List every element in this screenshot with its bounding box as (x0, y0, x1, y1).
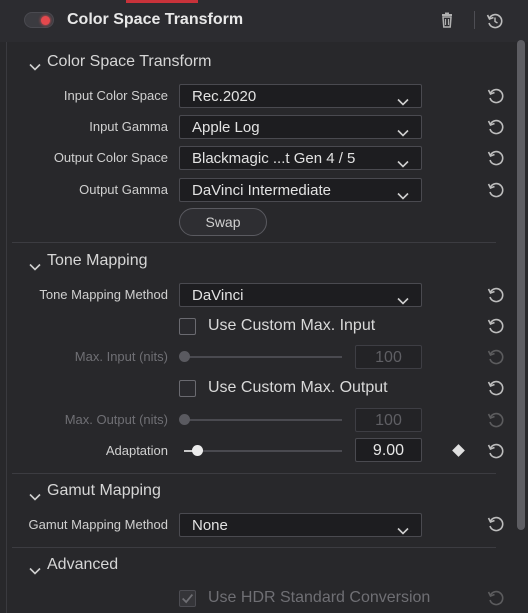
max-input-slider-track[interactable] (184, 356, 342, 358)
vertical-scrollbar[interactable] (517, 40, 525, 530)
gamut-mapping-method-dropdown[interactable]: None (179, 513, 422, 537)
input-color-space-label: Input Color Space (63, 88, 168, 103)
output-gamma-dropdown[interactable]: DaVinci Intermediate (179, 178, 422, 202)
input-gamma-value: Apple Log (192, 119, 260, 136)
checkmark-icon (182, 593, 194, 604)
output-color-space-value: Blackmagic ...t Gen 4 / 5 (192, 150, 356, 167)
tone-mapping-method-dropdown[interactable]: DaVinci (179, 283, 422, 307)
reset-all-icon[interactable] (485, 11, 505, 31)
panel-title: Color Space Transform (67, 11, 244, 28)
enable-toggle[interactable] (24, 12, 54, 28)
adaptation-label: Adaptation (105, 443, 168, 458)
panel-header: Color Space Transform (0, 0, 528, 42)
reset-icon (486, 347, 506, 367)
use-custom-max-input-checkbox[interactable] (179, 318, 196, 335)
max-output-slider-knob[interactable] (179, 414, 190, 425)
input-gamma-dropdown[interactable]: Apple Log (179, 115, 422, 139)
reset-icon[interactable] (486, 180, 506, 200)
use-hdr-standard-conversion-label: Use HDR Standard Conversion (208, 589, 431, 606)
output-gamma-label: Output Gamma (79, 182, 168, 197)
adaptation-field[interactable]: 9.00 (355, 438, 422, 462)
section-gamut-mapping[interactable]: Gamut Mapping (47, 482, 161, 500)
section-divider (12, 473, 496, 474)
max-output-label: Max. Output (nits) (64, 412, 168, 427)
use-custom-max-output-checkbox[interactable] (179, 380, 196, 397)
output-color-space-dropdown[interactable]: Blackmagic ...t Gen 4 / 5 (179, 146, 422, 170)
reset-icon[interactable] (486, 148, 506, 168)
reset-icon (486, 588, 506, 608)
gamut-mapping-method-value: None (192, 517, 228, 534)
section-advanced[interactable]: Advanced (47, 556, 118, 574)
max-input-label: Max. Input (nits) (74, 349, 168, 364)
reset-icon[interactable] (486, 441, 506, 461)
gamut-mapping-method-label: Gamut Mapping Method (28, 517, 168, 532)
reset-icon[interactable] (486, 514, 506, 534)
use-hdr-standard-conversion-checkbox[interactable] (179, 590, 196, 607)
tone-mapping-method-label: Tone Mapping Method (39, 287, 168, 302)
color-space-transform-panel: Color Space Transform Color Space Transf… (0, 0, 528, 613)
chevron-down-icon (397, 522, 409, 535)
section-color-space-transform[interactable]: Color Space Transform (47, 53, 212, 71)
max-input-field[interactable]: 100 (355, 345, 422, 369)
max-input-slider-knob[interactable] (179, 351, 190, 362)
use-custom-max-input-label: Use Custom Max. Input (208, 317, 376, 334)
chevron-down-icon (397, 124, 409, 137)
trash-icon[interactable] (439, 12, 455, 28)
output-gamma-value: DaVinci Intermediate (192, 182, 331, 199)
header-divider (474, 11, 475, 29)
section-tone-mapping[interactable]: Tone Mapping (47, 252, 148, 270)
chevron-down-icon[interactable] (29, 258, 41, 271)
reset-icon[interactable] (486, 316, 506, 336)
input-gamma-label: Input Gamma (89, 119, 168, 134)
reset-icon[interactable] (486, 86, 506, 106)
chevron-down-icon[interactable] (29, 488, 41, 501)
reset-icon[interactable] (486, 378, 506, 398)
chevron-down-icon (397, 187, 409, 200)
chevron-down-icon[interactable] (29, 58, 41, 71)
reset-icon[interactable] (486, 117, 506, 137)
output-color-space-label: Output Color Space (53, 150, 168, 165)
input-color-space-value: Rec.2020 (192, 88, 257, 105)
section-divider (12, 242, 496, 243)
max-output-field[interactable]: 100 (355, 408, 422, 432)
swap-button[interactable]: Swap (179, 208, 267, 236)
chevron-down-icon (397, 292, 409, 305)
tone-mapping-method-value: DaVinci (192, 287, 244, 304)
toggle-indicator (41, 16, 50, 25)
adaptation-slider-knob[interactable] (192, 445, 203, 456)
adaptation-slider-track[interactable] (184, 450, 342, 452)
header-accent-bar (126, 0, 198, 3)
chevron-down-icon[interactable] (29, 562, 41, 575)
chevron-down-icon (397, 155, 409, 168)
input-color-space-dropdown[interactable]: Rec.2020 (179, 84, 422, 108)
chevron-down-icon (397, 93, 409, 106)
reset-icon[interactable] (486, 285, 506, 305)
reset-icon (486, 410, 506, 430)
use-custom-max-output-label: Use Custom Max. Output (208, 379, 388, 396)
section-divider (12, 547, 496, 548)
max-output-slider-track[interactable] (184, 419, 342, 421)
